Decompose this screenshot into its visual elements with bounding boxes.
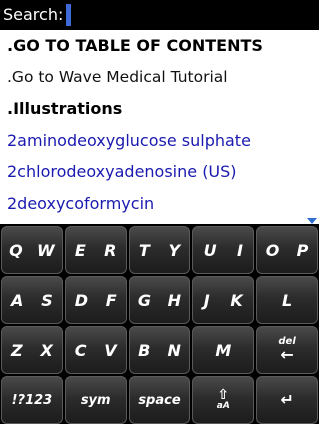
keyboard-row-3: ZX CV BN M del ← [1, 326, 318, 374]
list-item-result[interactable]: 2aminodeoxyglucose sulphate [0, 125, 319, 157]
key-op[interactable]: OP [256, 226, 318, 274]
shift-up-arrow-icon: ⇧ [217, 387, 230, 403]
shift-label: aA [216, 401, 230, 411]
list-item-tutorial[interactable]: .Go to Wave Medical Tutorial [0, 62, 319, 94]
key-l[interactable]: L [256, 276, 318, 324]
key-char: C [74, 340, 87, 360]
key-df[interactable]: DF [64, 276, 127, 324]
key-gh[interactable]: GH [128, 276, 191, 324]
key-ty[interactable]: TY [128, 226, 191, 274]
delete-key[interactable]: del ← [256, 326, 318, 374]
key-char: A [10, 290, 24, 310]
list-item-toc[interactable]: .GO TO TABLE OF CONTENTS [0, 30, 319, 62]
list-item-result[interactable]: 2chlorodeoxyadenosine (US) [0, 156, 319, 188]
key-char: Q [9, 240, 23, 260]
search-input[interactable] [66, 3, 306, 27]
keyboard-row-1: QW ER TY UI OP [1, 226, 318, 274]
key-char: W [37, 240, 55, 260]
key-jk[interactable]: JK [192, 276, 255, 324]
key-char: K [230, 290, 243, 310]
key-char: F [105, 290, 117, 310]
search-label: Search: [3, 5, 64, 24]
key-char: B [138, 340, 151, 360]
key-char: J [203, 290, 210, 310]
text-cursor [66, 4, 72, 26]
key-char: V [104, 340, 117, 360]
key-char: M [215, 340, 232, 360]
key-m[interactable]: M [192, 326, 255, 374]
sym-key[interactable]: sym [64, 376, 127, 424]
key-char: L [281, 290, 293, 310]
numbers-key[interactable]: !?123 [1, 376, 63, 424]
key-char: T [138, 240, 150, 260]
key-er[interactable]: ER [64, 226, 127, 274]
key-char: E [74, 240, 86, 260]
key-bn[interactable]: BN [128, 326, 191, 374]
key-cv[interactable]: CV [64, 326, 127, 374]
key-zx[interactable]: ZX [1, 326, 63, 374]
keyboard-row-2: AS DF GH JK L [1, 276, 318, 324]
key-ui[interactable]: UI [192, 226, 255, 274]
key-qw[interactable]: QW [1, 226, 63, 274]
key-char: R [104, 240, 117, 260]
key-char: X [40, 340, 53, 360]
key-char: N [167, 340, 181, 360]
space-key[interactable]: space [128, 376, 191, 424]
key-char: D [74, 290, 88, 310]
virtual-keyboard: QW ER TY UI OP AS DF GH JK L ZX CV BN M … [0, 224, 319, 424]
key-char: P [296, 240, 309, 260]
list-item-illustrations[interactable]: .Illustrations [0, 93, 319, 125]
keyboard-row-4: !?123 sym space ⇧ aA ↵ [1, 376, 318, 424]
key-char: Z [10, 340, 23, 360]
shift-key[interactable]: ⇧ aA [192, 376, 255, 424]
search-bar[interactable]: Search: [0, 0, 319, 30]
key-char: H [167, 290, 182, 310]
backspace-arrow-icon: ← [280, 345, 294, 364]
key-char: O [265, 240, 280, 260]
key-as[interactable]: AS [1, 276, 63, 324]
key-char: U [203, 240, 217, 260]
enter-return-icon: ↵ [280, 390, 294, 409]
key-char: Y [168, 240, 181, 260]
key-char: I [237, 240, 243, 260]
key-char: G [137, 290, 152, 310]
results-list: .GO TO TABLE OF CONTENTS .Go to Wave Med… [0, 30, 319, 220]
key-char: S [41, 290, 53, 310]
list-item-result[interactable]: 2deoxycoformycin [0, 188, 319, 220]
enter-key[interactable]: ↵ [256, 376, 318, 424]
